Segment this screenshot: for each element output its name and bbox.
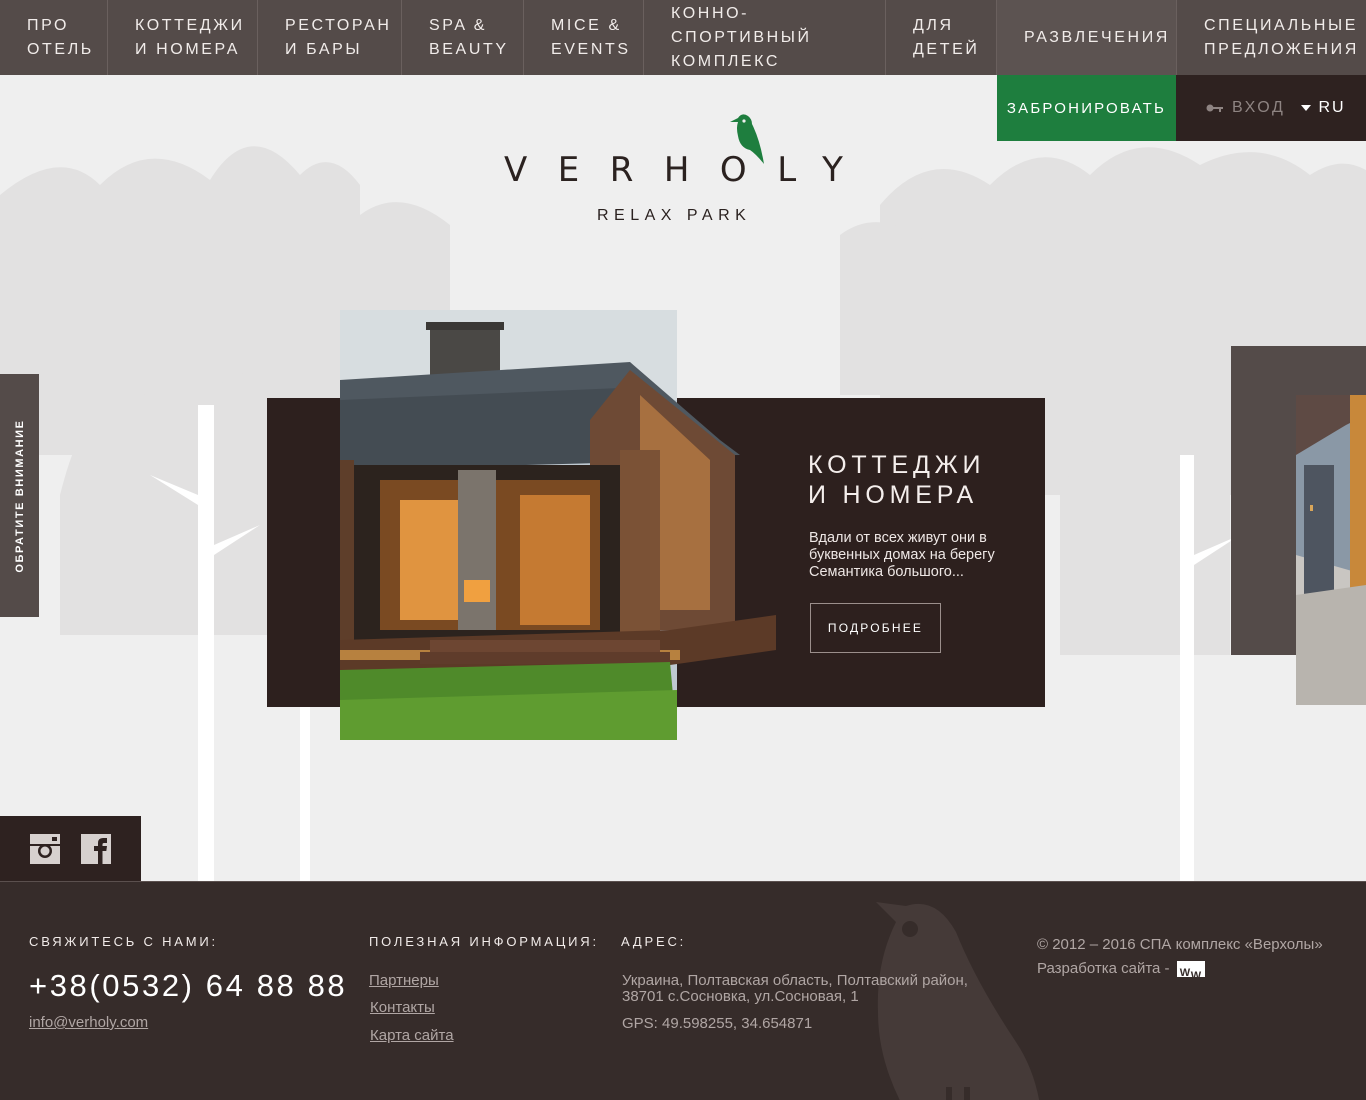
info-heading: ПОЛЕЗНАЯ ИНФОРМАЦИЯ: (369, 934, 599, 949)
contact-heading: СВЯЖИТЕСЬ С НАМИ: (29, 934, 218, 949)
main-navigation: Про отель Коттеджи и номера Ресторан и б… (0, 0, 1366, 75)
address-heading: АДРЕС: (621, 934, 687, 949)
developer-credit: Разработка сайта - WW (1037, 957, 1323, 982)
nav-item-about[interactable]: Про отель (0, 0, 108, 75)
nav-item-cottages[interactable]: Коттеджи и номера (108, 0, 258, 75)
link-contacts[interactable]: Контакты (370, 999, 435, 1016)
link-sitemap[interactable]: Карта сайта (370, 1027, 454, 1044)
site-logo[interactable]: VERHOLY RELAX PARK (500, 110, 870, 230)
developer-logo[interactable]: WW (1176, 961, 1205, 982)
instagram-icon[interactable] (30, 833, 60, 864)
nav-item-spa[interactable]: SPA & Beauty (402, 0, 524, 75)
link-partners[interactable]: Партнеры (369, 972, 439, 989)
nav-item-kids[interactable]: Для детей (886, 0, 997, 75)
social-bar (0, 816, 141, 881)
attention-tab-label: ОБРАТИТЕ ВНИМАНИЕ (13, 418, 26, 573)
language-selector[interactable]: RU (1301, 99, 1345, 117)
language-label: RU (1318, 99, 1346, 116)
site-footer: СВЯЖИТЕСЬ С НАМИ: +38(0532) 64 88 88 inf… (0, 881, 1366, 1100)
phone-number[interactable]: +38(0532) 64 88 88 (29, 968, 347, 1004)
key-icon (1206, 104, 1223, 112)
next-slide-photo[interactable] (1296, 395, 1366, 705)
login-link[interactable]: ВХОД (1206, 99, 1285, 117)
nav-item-entertainment[interactable]: Развлечения (997, 0, 1177, 75)
login-label: ВХОД (1232, 99, 1286, 116)
more-button[interactable]: ПОДРОБНЕЕ (810, 603, 941, 653)
nav-item-equestrian[interactable]: Конно-спортивный комплекс (644, 0, 886, 75)
nav-item-special-offers[interactable]: Специальные предложения (1177, 0, 1366, 75)
nav-item-restaurant[interactable]: Ресторан и бары (258, 0, 402, 75)
developer-label: Разработка сайта - (1037, 960, 1170, 977)
email-link[interactable]: info@verholy.com (29, 1014, 148, 1031)
copyright-text: © 2012 – 2016 СПА комплекс «Верхолы» (1037, 936, 1323, 953)
triangle-down-icon (1301, 105, 1312, 111)
slide-description: Вдали от всех живут они в буквенных дома… (809, 530, 995, 580)
gps-text: GPS: 49.598255, 34.654871 (622, 1015, 813, 1032)
bird-icon (730, 114, 764, 164)
attention-tab[interactable]: ОБРАТИТЕ ВНИМАНИЕ (0, 374, 39, 617)
address-text: Украина, Полтавская область, Полтавский … (622, 972, 968, 1005)
facebook-icon[interactable] (81, 833, 111, 864)
login-bar: ВХОД RU (1176, 75, 1366, 141)
nav-item-mice[interactable]: MICE & Events (524, 0, 644, 75)
cottage-photo (340, 310, 776, 740)
slide-title: КОТТЕДЖИ И НОМЕРА (808, 451, 986, 509)
footer-copyright-block: © 2012 – 2016 СПА комплекс «Верхолы» Раз… (1037, 933, 1323, 982)
logo-subtitle: RELAX PARK (597, 207, 752, 224)
book-button[interactable]: ЗАБРОНИРОВАТЬ (997, 75, 1176, 141)
logo-wordmark: VERHOLY (504, 150, 874, 190)
